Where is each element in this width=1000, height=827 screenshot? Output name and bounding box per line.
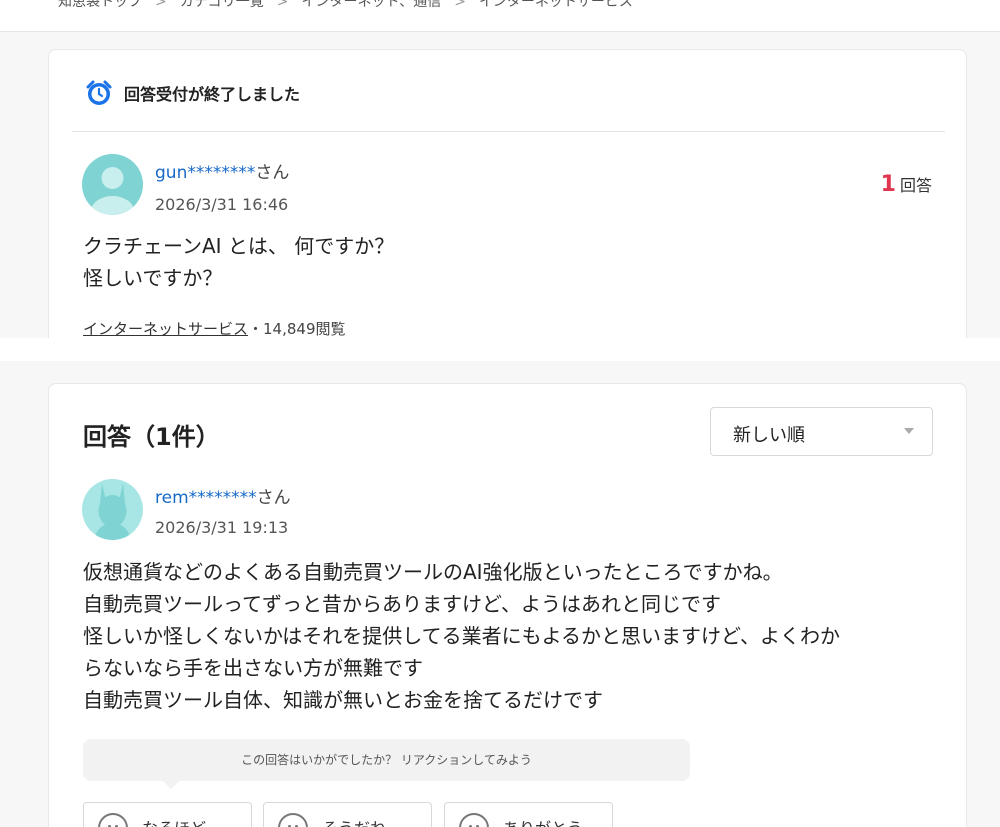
timestamp: 2026/3/31 16:46 <box>155 195 289 214</box>
sort-label: 新しい順 <box>733 425 805 446</box>
breadcrumb-item[interactable]: 知恵袋トップ <box>58 0 142 10</box>
alarm-clock-icon <box>86 80 112 105</box>
timestamp: 2026/3/31 19:13 <box>155 518 289 537</box>
question-line: クラチェーンAI とは、 何ですか？ <box>83 234 395 258</box>
avatar[interactable] <box>82 479 143 540</box>
reaction-button-arigatou[interactable]: ありがとう <box>444 802 613 827</box>
reaction-label: そうだね <box>322 815 386 827</box>
reaction-label: なるほど <box>142 815 206 827</box>
answers-card: 回答（1件） 新しい順 rem********さん 2026/3/31 19:1… <box>48 383 967 827</box>
answer-line: 仮想通貨などのよくある自動売買ツールのAI強化版といったところですかね。 <box>83 560 783 584</box>
breadcrumb-item[interactable]: カテゴリ一覧 <box>180 0 264 10</box>
answer-line: 自動売買ツール自体、知識が無いとお金を捨てるだけです <box>83 688 603 712</box>
reaction-prompt: この回答はいかがでしたか？ リアクションしてみよう <box>83 739 690 789</box>
question-body: クラチェーンAI とは、 何ですか？ 怪しいですか？ <box>83 230 394 294</box>
reaction-button-naruhodo[interactable]: なるほど <box>83 802 252 827</box>
face-icon <box>278 813 308 827</box>
breadcrumb-separator: > <box>155 0 167 10</box>
breadcrumb-separator: > <box>276 0 289 10</box>
question-user: gun********さん <box>155 158 289 183</box>
honorific: さん <box>255 163 290 183</box>
breadcrumb-separator: > <box>454 0 466 10</box>
reaction-prompt-text: この回答はいかがでしたか？ リアクションしてみよう <box>241 753 532 767</box>
answer-line: らないなら手を出さない方が無難です <box>83 656 423 680</box>
question-card: 回答受付が終了しました gun********さん 2026/3/31 16:4… <box>48 49 967 361</box>
status-banner: 回答受付が終了しました <box>85 79 300 107</box>
question-line: 怪しいですか？ <box>83 266 223 290</box>
user-name-link[interactable]: gun******** <box>155 163 255 183</box>
answer-count-number: 1 <box>880 172 896 197</box>
category-link[interactable]: インターネットサービス <box>83 320 248 338</box>
breadcrumb: 知恵袋トップ > カテゴリ一覧 > インターネット、通信 > インターネットサービス <box>58 0 633 11</box>
answers-title: 回答（1件） <box>83 423 220 451</box>
prompt-tail <box>163 781 179 789</box>
answer-count: 1 回答 <box>881 172 932 197</box>
face-icon <box>98 813 128 827</box>
face-icon <box>459 813 489 827</box>
avatar[interactable] <box>82 154 143 215</box>
honorific: さん <box>256 488 291 508</box>
sort-dropdown[interactable]: 新しい順 <box>710 407 933 456</box>
answer-line: 怪しいか怪しくないかはそれを提供してる業者にもよるかと思いますけど、よくわか <box>83 624 840 648</box>
reaction-button-soudane[interactable]: そうだね <box>263 802 432 827</box>
breadcrumb-item[interactable]: インターネットサービス <box>479 0 633 10</box>
divider <box>72 131 945 132</box>
view-count: ・14,849閲覧 <box>248 320 346 338</box>
answer-body: 仮想通貨などのよくある自動売買ツールのAI強化版といったところですかね。 自動売… <box>83 556 943 716</box>
breadcrumb-item[interactable]: インターネット、通信 <box>301 0 441 10</box>
status-text: 回答受付が終了しました <box>124 85 301 104</box>
chevron-down-icon <box>904 428 914 434</box>
answer-line: 自動売買ツールってずっと昔からありますけど、ようはあれと同じです <box>83 592 721 616</box>
section-gap <box>0 338 1000 361</box>
answer-user: rem********さん <box>155 483 291 508</box>
question-meta: インターネットサービス・14,849閲覧 <box>83 318 346 339</box>
reaction-label: ありがとう <box>503 815 583 827</box>
user-name-link[interactable]: rem******** <box>155 488 257 508</box>
top-bar: 知恵袋トップ > カテゴリ一覧 > インターネット、通信 > インターネットサービス <box>0 0 1000 32</box>
answer-count-label: 回答 <box>899 176 932 195</box>
